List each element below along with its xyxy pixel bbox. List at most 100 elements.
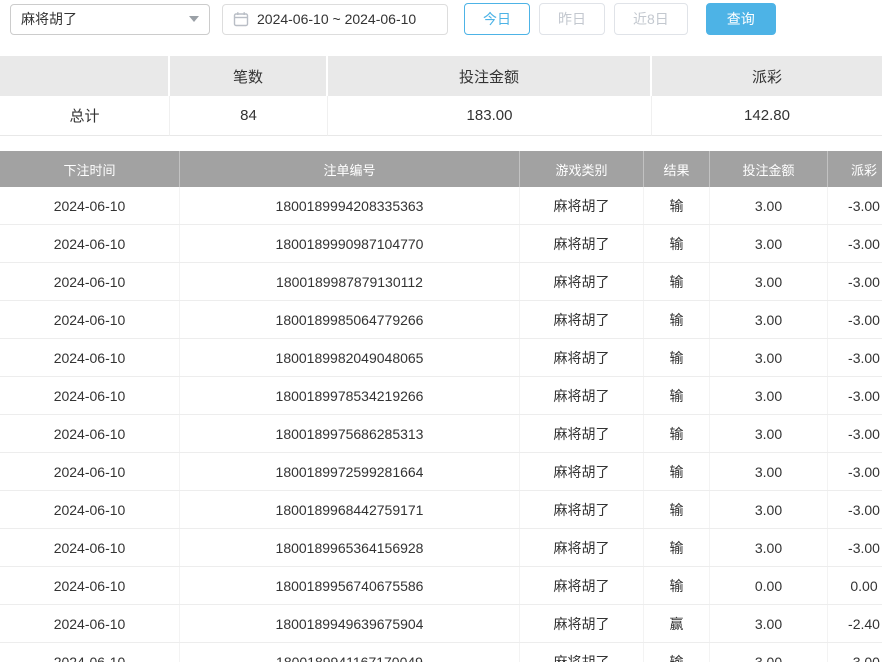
cell-order-no: 1800189987879130112 bbox=[180, 263, 520, 300]
table-row: 2024-06-10 1800189965364156928 麻将胡了 输 3.… bbox=[0, 529, 882, 567]
cell-payout: -2.40 bbox=[828, 605, 882, 642]
cell-order-no: 1800189990987104770 bbox=[180, 225, 520, 262]
cell-payout: -3.00 bbox=[828, 643, 882, 662]
cell-bet-amount: 3.00 bbox=[710, 643, 828, 662]
cell-bet-time: 2024-06-10 bbox=[0, 225, 180, 262]
cell-bet-amount: 3.00 bbox=[710, 301, 828, 338]
header-game-type: 游戏类别 bbox=[520, 151, 644, 187]
summary-total-label: 总计 bbox=[0, 96, 170, 136]
cell-payout: -3.00 bbox=[828, 529, 882, 566]
table-row: 2024-06-10 1800189982049048065 麻将胡了 输 3.… bbox=[0, 339, 882, 377]
cell-game-type: 麻将胡了 bbox=[520, 453, 644, 490]
cell-game-type: 麻将胡了 bbox=[520, 491, 644, 528]
calendar-icon bbox=[233, 11, 249, 27]
date-range-input[interactable]: 2024-06-10 ~ 2024-06-10 bbox=[222, 4, 448, 35]
cell-order-no: 1800189965364156928 bbox=[180, 529, 520, 566]
summary-total-payout: 142.80 bbox=[652, 96, 882, 136]
cell-payout: -3.00 bbox=[828, 187, 882, 224]
cell-bet-amount: 3.00 bbox=[710, 225, 828, 262]
cell-result: 赢 bbox=[644, 605, 710, 642]
table-row: 2024-06-10 1800189978534219266 麻将胡了 输 3.… bbox=[0, 377, 882, 415]
summary-header-row: 笔数 投注金额 派彩 bbox=[0, 56, 882, 96]
cell-bet-amount: 3.00 bbox=[710, 453, 828, 490]
summary-total-count: 84 bbox=[170, 96, 328, 136]
today-button[interactable]: 今日 bbox=[464, 3, 530, 35]
cell-bet-amount: 3.00 bbox=[710, 339, 828, 376]
cell-bet-time: 2024-06-10 bbox=[0, 415, 180, 452]
table-row: 2024-06-10 1800189972599281664 麻将胡了 输 3.… bbox=[0, 453, 882, 491]
cell-result: 输 bbox=[644, 643, 710, 662]
cell-payout: -3.00 bbox=[828, 225, 882, 262]
cell-game-type: 麻将胡了 bbox=[520, 339, 644, 376]
cell-result: 输 bbox=[644, 225, 710, 262]
cell-order-no: 1800189949639675904 bbox=[180, 605, 520, 642]
cell-bet-amount: 3.00 bbox=[710, 263, 828, 300]
date-range-value: 2024-06-10 ~ 2024-06-10 bbox=[257, 11, 416, 27]
header-bet-time: 下注时间 bbox=[0, 151, 180, 187]
summary-table: 笔数 投注金额 派彩 总计 84 183.00 142.80 bbox=[0, 56, 882, 136]
header-bet-amount: 投注金额 bbox=[710, 151, 828, 187]
cell-game-type: 麻将胡了 bbox=[520, 377, 644, 414]
cell-bet-amount: 3.00 bbox=[710, 377, 828, 414]
query-button[interactable]: 查询 bbox=[706, 3, 776, 35]
cell-result: 输 bbox=[644, 263, 710, 300]
table-row: 2024-06-10 1800189987879130112 麻将胡了 输 3.… bbox=[0, 263, 882, 301]
table-row: 2024-06-10 1800189994208335363 麻将胡了 输 3.… bbox=[0, 187, 882, 225]
last8days-button[interactable]: 近8日 bbox=[614, 3, 688, 35]
cell-result: 输 bbox=[644, 377, 710, 414]
cell-payout: -3.00 bbox=[828, 263, 882, 300]
filter-bar: 麻将胡了 2024-06-10 ~ 2024-06-10 今日 昨日 近8日 查… bbox=[0, 0, 882, 36]
cell-game-type: 麻将胡了 bbox=[520, 263, 644, 300]
cell-bet-amount: 3.00 bbox=[710, 415, 828, 452]
cell-bet-time: 2024-06-10 bbox=[0, 377, 180, 414]
chevron-down-icon bbox=[189, 16, 199, 22]
game-select-value: 麻将胡了 bbox=[21, 9, 77, 29]
cell-bet-time: 2024-06-10 bbox=[0, 453, 180, 490]
cell-order-no: 1800189975686285313 bbox=[180, 415, 520, 452]
cell-game-type: 麻将胡了 bbox=[520, 643, 644, 662]
header-result: 结果 bbox=[644, 151, 710, 187]
cell-result: 输 bbox=[644, 187, 710, 224]
cell-result: 输 bbox=[644, 301, 710, 338]
cell-result: 输 bbox=[644, 491, 710, 528]
cell-result: 输 bbox=[644, 339, 710, 376]
cell-result: 输 bbox=[644, 567, 710, 604]
summary-header-payout: 派彩 bbox=[652, 56, 882, 96]
cell-payout: 0.00 bbox=[828, 567, 882, 604]
cell-bet-time: 2024-06-10 bbox=[0, 339, 180, 376]
summary-header-count: 笔数 bbox=[170, 56, 328, 96]
table-row: 2024-06-10 1800189975686285313 麻将胡了 输 3.… bbox=[0, 415, 882, 453]
cell-payout: -3.00 bbox=[828, 453, 882, 490]
cell-payout: -3.00 bbox=[828, 491, 882, 528]
cell-order-no: 1800189941167170049 bbox=[180, 643, 520, 662]
cell-bet-amount: 0.00 bbox=[710, 567, 828, 604]
cell-order-no: 1800189994208335363 bbox=[180, 187, 520, 224]
cell-game-type: 麻将胡了 bbox=[520, 529, 644, 566]
header-payout: 派彩 bbox=[828, 151, 882, 187]
table-row: 2024-06-10 1800189985064779266 麻将胡了 输 3.… bbox=[0, 301, 882, 339]
cell-game-type: 麻将胡了 bbox=[520, 187, 644, 224]
table-row: 2024-06-10 1800189968442759171 麻将胡了 输 3.… bbox=[0, 491, 882, 529]
cell-bet-time: 2024-06-10 bbox=[0, 605, 180, 642]
cell-bet-time: 2024-06-10 bbox=[0, 301, 180, 338]
bet-table-body: 2024-06-10 1800189994208335363 麻将胡了 输 3.… bbox=[0, 187, 882, 662]
cell-order-no: 1800189968442759171 bbox=[180, 491, 520, 528]
cell-order-no: 1800189972599281664 bbox=[180, 453, 520, 490]
page: 麻将胡了 2024-06-10 ~ 2024-06-10 今日 昨日 近8日 查… bbox=[0, 0, 882, 662]
game-select[interactable]: 麻将胡了 bbox=[10, 4, 210, 35]
cell-bet-amount: 3.00 bbox=[710, 529, 828, 566]
yesterday-button[interactable]: 昨日 bbox=[539, 3, 605, 35]
summary-header-bet: 投注金额 bbox=[328, 56, 652, 96]
cell-order-no: 1800189985064779266 bbox=[180, 301, 520, 338]
summary-total-row: 总计 84 183.00 142.80 bbox=[0, 96, 882, 136]
bet-table-header: 下注时间 注单编号 游戏类别 结果 投注金额 派彩 bbox=[0, 151, 882, 187]
cell-order-no: 1800189956740675586 bbox=[180, 567, 520, 604]
table-row: 2024-06-10 1800189949639675904 麻将胡了 赢 3.… bbox=[0, 605, 882, 643]
cell-result: 输 bbox=[644, 415, 710, 452]
table-row: 2024-06-10 1800189941167170049 麻将胡了 输 3.… bbox=[0, 643, 882, 662]
cell-order-no: 1800189982049048065 bbox=[180, 339, 520, 376]
cell-bet-time: 2024-06-10 bbox=[0, 263, 180, 300]
cell-result: 输 bbox=[644, 453, 710, 490]
cell-game-type: 麻将胡了 bbox=[520, 567, 644, 604]
cell-bet-time: 2024-06-10 bbox=[0, 643, 180, 662]
